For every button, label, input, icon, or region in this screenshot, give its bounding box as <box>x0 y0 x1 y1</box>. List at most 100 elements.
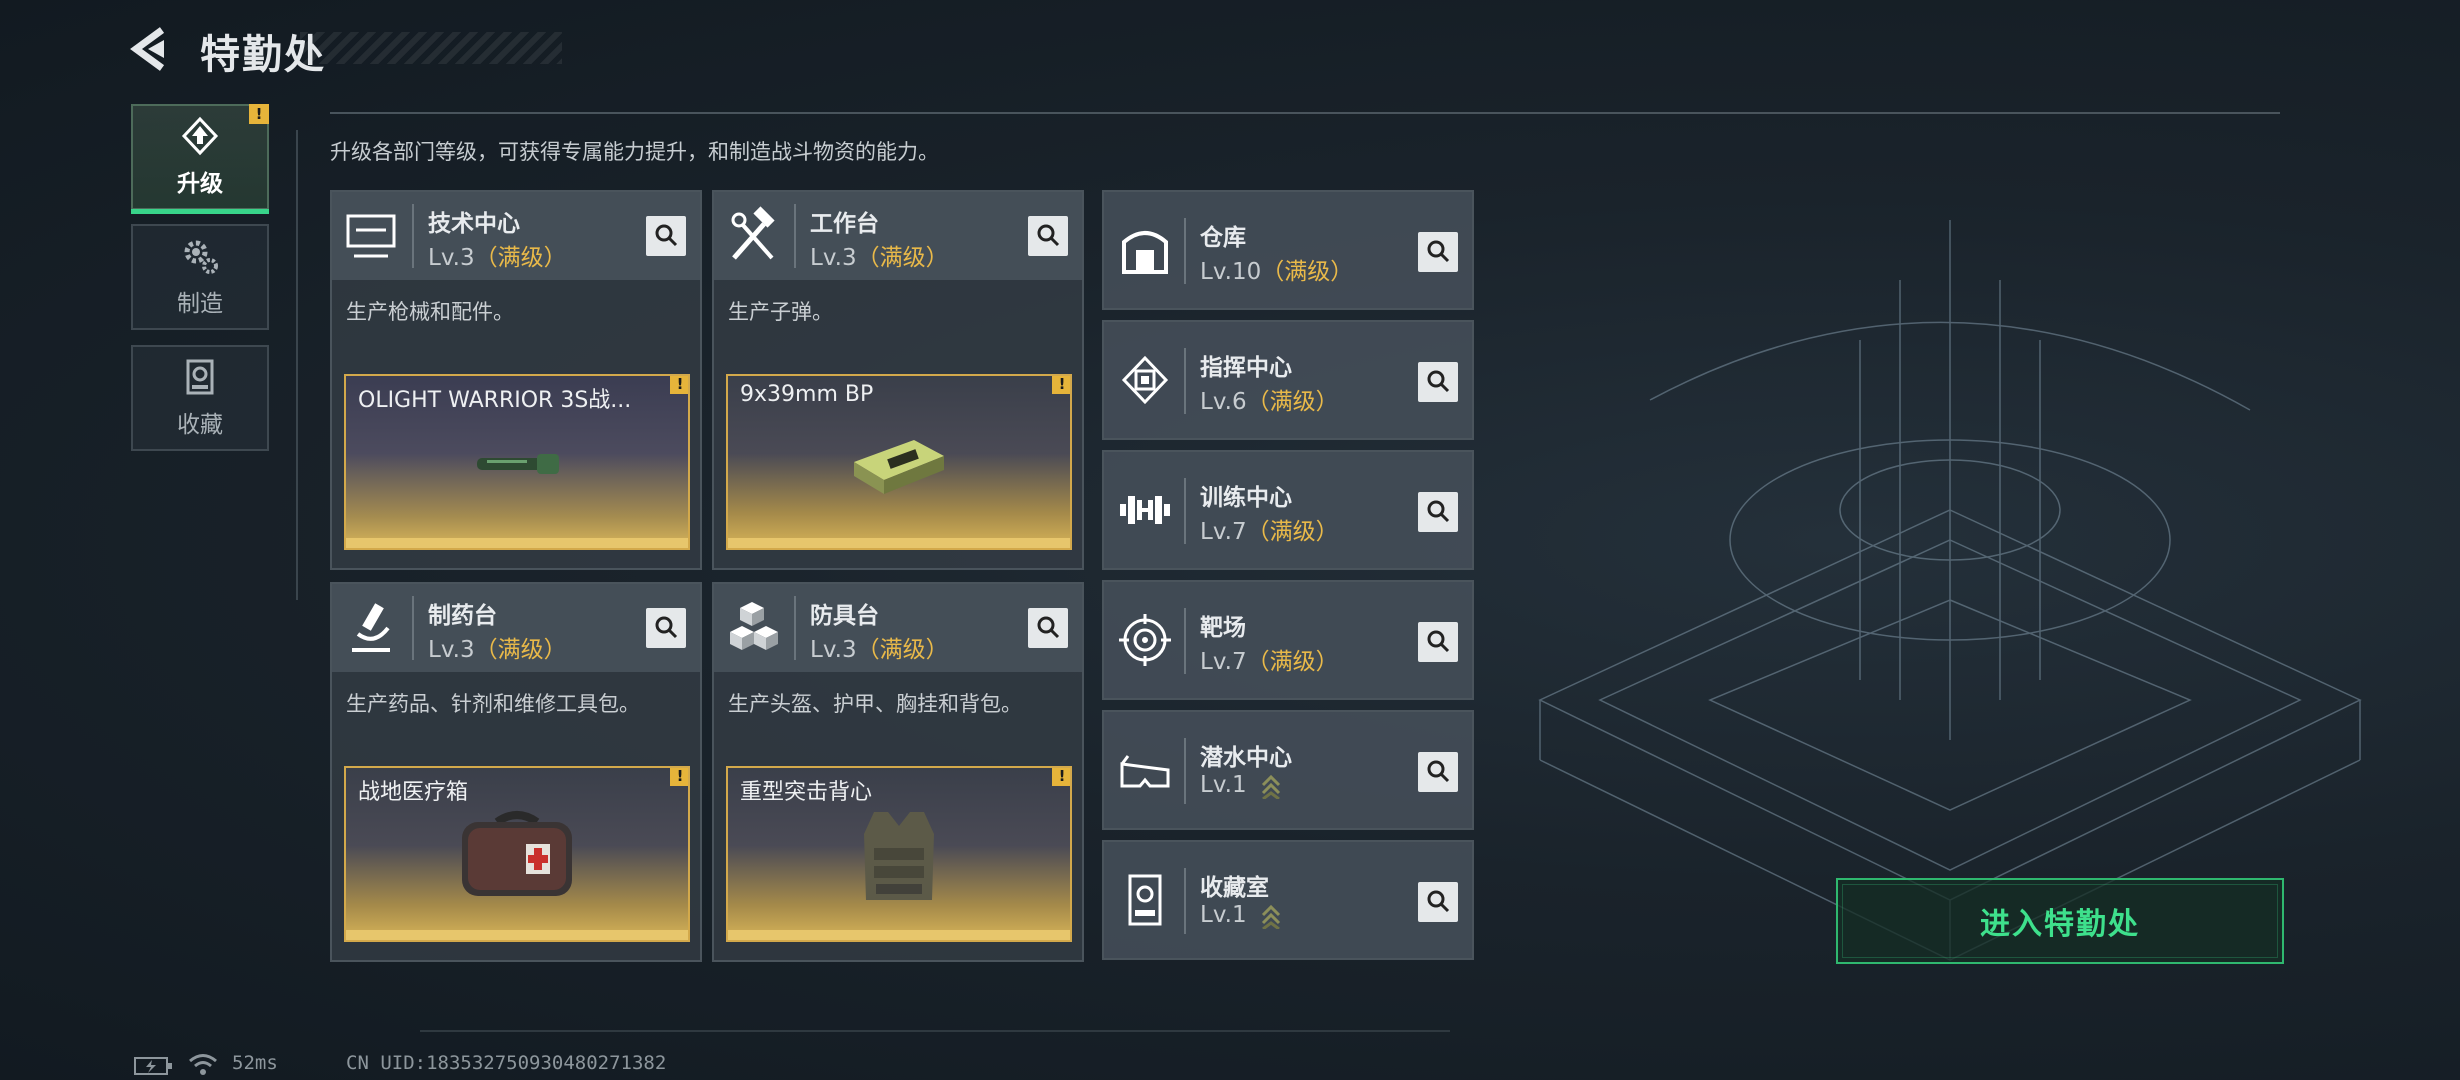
facility-card-warehouse[interactable]: 仓库 Lv.10（满级） <box>1102 190 1474 310</box>
department-name: 防具台 <box>810 603 879 629</box>
department-card-armor-bench[interactable]: 防具台 Lv.3（满级） 生产头盔、护甲、胸挂和背包。 重型突击背心 ! <box>712 582 1084 962</box>
facility-level: Lv.7（满级） <box>1200 519 1339 545</box>
inspect-button[interactable] <box>1028 608 1068 648</box>
separator <box>1184 478 1186 544</box>
tab-craft[interactable]: 制造 <box>131 224 269 330</box>
department-name: 制药台 <box>428 603 497 629</box>
product-slot[interactable]: 战地医疗箱 ! <box>344 766 690 942</box>
facility-name: 收藏室 <box>1200 875 1269 901</box>
tab-collection-label: 收藏 <box>177 412 223 438</box>
department-name: 技术中心 <box>428 211 520 237</box>
diving-goggles-icon <box>1120 755 1170 788</box>
facility-card-collection-room[interactable]: 收藏室 Lv.1 <box>1102 840 1474 960</box>
inspect-button[interactable] <box>1418 622 1458 662</box>
product-slot-bar <box>346 538 688 548</box>
inspect-button[interactable] <box>646 216 686 256</box>
upgrade-available-icon <box>1261 904 1280 929</box>
magnifier-icon <box>1037 616 1060 639</box>
separator <box>1184 348 1186 414</box>
warehouse-icon <box>1122 231 1168 274</box>
tab-craft-label: 制造 <box>177 291 223 317</box>
inspect-button[interactable] <box>1418 752 1458 792</box>
card-header: 工作台 Lv.3（满级） <box>714 192 1082 280</box>
department-level: Lv.3（满级） <box>428 245 567 271</box>
inspect-button[interactable] <box>1418 232 1458 272</box>
department-card-pharmacy[interactable]: 制药台 Lv.3（满级） 生产药品、针剂和维修工具包。 战地医疗箱 ! <box>330 582 702 962</box>
microscope-icon <box>352 603 390 652</box>
facility-level: Lv.1 <box>1200 902 1282 929</box>
facility-card-training-center[interactable]: 训练中心 Lv.7（满级） <box>1102 450 1474 570</box>
department-description: 生产子弹。 <box>728 300 833 324</box>
card-header: 技术中心 Lv.3（满级） <box>332 192 700 280</box>
warning-badge: ! <box>1052 376 1070 394</box>
product-slot[interactable]: OLIGHT WARRIOR 3S战... ! <box>344 374 690 550</box>
warning-badge: ! <box>249 104 269 124</box>
facility-level: Lv.1 <box>1200 772 1282 799</box>
department-level: Lv.3（满级） <box>428 637 567 663</box>
facility-card-diving-center[interactable]: 潜水中心 Lv.1 <box>1102 710 1474 830</box>
ammo-box-icon <box>854 440 944 494</box>
page-title: 特勤处 <box>200 32 326 78</box>
department-description: 生产药品、针剂和维修工具包。 <box>346 692 640 716</box>
divider <box>296 130 298 600</box>
magnifier-icon <box>1037 224 1060 247</box>
target-icon <box>1119 614 1171 666</box>
computer-icon <box>346 214 396 258</box>
department-level: Lv.3（满级） <box>810 245 949 271</box>
product-slot-bar <box>346 930 688 940</box>
department-card-workbench[interactable]: 工作台 Lv.3（满级） 生产子弹。 9x39mm BP ! <box>712 190 1084 570</box>
product-name: 战地医疗箱 <box>358 780 469 805</box>
magnifier-icon <box>1427 890 1450 913</box>
separator <box>1184 608 1186 674</box>
inspect-button[interactable] <box>646 608 686 648</box>
wifi-icon <box>189 1054 217 1075</box>
separator <box>794 596 796 660</box>
warning-badge: ! <box>1052 768 1070 786</box>
facility-name: 指挥中心 <box>1200 355 1292 381</box>
ping-readout: 52ms <box>232 1052 278 1074</box>
magnifier-icon <box>1427 240 1450 263</box>
magnifier-icon <box>655 616 678 639</box>
chip-icon <box>1121 355 1169 405</box>
inspect-button[interactable] <box>1028 216 1068 256</box>
facility-name: 潜水中心 <box>1200 745 1292 771</box>
enter-special-ops-button[interactable]: 进入特勤处 <box>1836 878 2284 964</box>
upgrade-icon <box>181 116 219 156</box>
tab-upgrade[interactable]: 升级 ! <box>131 104 269 214</box>
flashlight-icon <box>477 454 559 474</box>
facility-card-shooting-range[interactable]: 靶场 Lv.7（满级） <box>1102 580 1474 700</box>
magnifier-icon <box>655 224 678 247</box>
facility-level: Lv.7（满级） <box>1200 649 1339 675</box>
facility-level: Lv.10（满级） <box>1200 259 1354 285</box>
department-name: 工作台 <box>810 211 879 237</box>
back-arrow-icon[interactable] <box>128 26 174 72</box>
separator <box>1184 738 1186 804</box>
product-slot[interactable]: 9x39mm BP ! <box>726 374 1072 550</box>
separator <box>794 204 796 268</box>
card-header: 制药台 Lv.3（满级） <box>332 584 700 672</box>
product-name: OLIGHT WARRIOR 3S战... <box>358 388 632 413</box>
section-description: 升级各部门等级，可获得专属能力提升，和制造战斗物资的能力。 <box>330 140 939 164</box>
facility-name: 训练中心 <box>1200 485 1292 511</box>
magnifier-icon <box>1427 630 1450 653</box>
separator <box>412 596 414 660</box>
tab-collection[interactable]: 收藏 <box>131 345 269 451</box>
special-ops-blueprint-illustration <box>1538 220 2362 961</box>
inspect-button[interactable] <box>1418 362 1458 402</box>
tab-upgrade-label: 升级 <box>177 171 223 197</box>
facility-card-command-center[interactable]: 指挥中心 Lv.6（满级） <box>1102 320 1474 440</box>
warning-badge: ! <box>670 768 688 786</box>
inspect-button[interactable] <box>1418 882 1458 922</box>
divider <box>420 1030 1450 1032</box>
product-name: 重型突击背心 <box>740 780 873 805</box>
department-card-tech-center[interactable]: 技术中心 Lv.3（满级） 生产枪械和配件。 OLIGHT WARRIOR 3S… <box>330 190 702 570</box>
facility-level: Lv.6（满级） <box>1200 389 1339 415</box>
title-decoration <box>300 32 562 64</box>
separator <box>1184 218 1186 284</box>
inspect-button[interactable] <box>1418 492 1458 532</box>
product-slot[interactable]: 重型突击背心 ! <box>726 766 1072 942</box>
department-description: 生产枪械和配件。 <box>346 300 514 324</box>
facility-name: 靶场 <box>1200 615 1246 641</box>
product-slot-bar <box>728 930 1070 940</box>
trophy-room-icon <box>1128 874 1162 926</box>
